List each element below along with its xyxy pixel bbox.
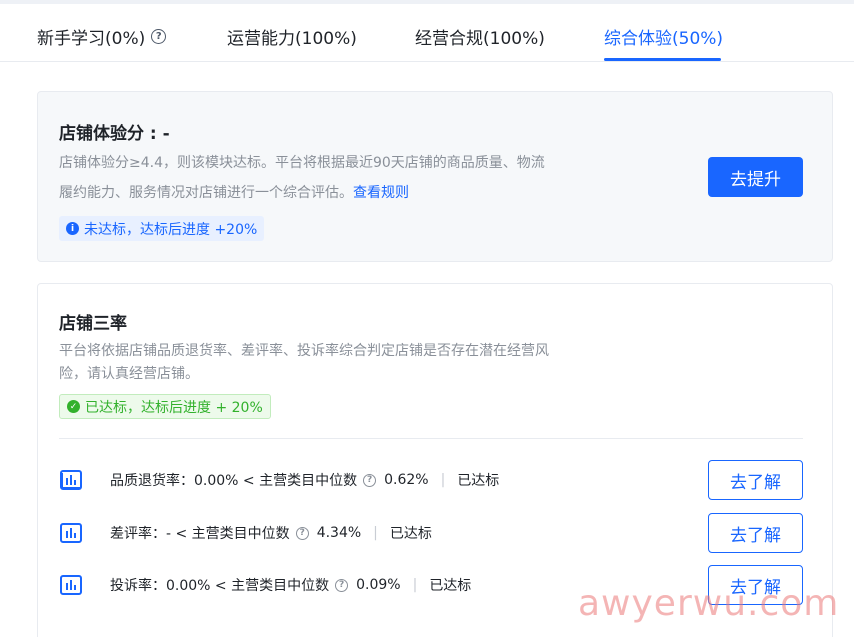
- rate-row-text: 投诉率：0.00% < 主营类目中位数 ? 0.09% | 已达标: [110, 575, 471, 595]
- bar-chart-icon: [60, 575, 82, 595]
- tab-beginner-learning[interactable]: 新手学习(0%) ?: [37, 24, 167, 49]
- rate-median: 4.34%: [316, 525, 362, 541]
- bar-chart-icon: [60, 470, 82, 490]
- check-circle-icon: ✓: [67, 400, 80, 413]
- separator: |: [440, 472, 446, 488]
- rate-row-quality-return: 品质退货率：0.00% < 主营类目中位数 ? 0.62% | 已达标 去了解: [59, 460, 803, 500]
- rate-row-text: 差评率：- < 主营类目中位数 ? 4.34% | 已达标: [110, 523, 432, 543]
- experience-score-title: 店铺体验分 : -: [59, 124, 170, 144]
- tab-label: 新手学习(0%): [37, 29, 146, 49]
- tab-label: 经营合规(100%): [415, 29, 545, 49]
- improve-button[interactable]: 去提升: [708, 157, 803, 197]
- watermark: awyerwu.com: [578, 583, 840, 624]
- rate-label: 投诉率：0.00% < 主营类目中位数: [110, 578, 330, 594]
- tab-business-compliance[interactable]: 经营合规(100%): [415, 24, 545, 49]
- question-icon[interactable]: ?: [363, 473, 377, 487]
- divider: [59, 438, 803, 439]
- experience-desc-line2-wrap: 履约能力、服务情况对店铺进行一个综合评估。查看规则: [59, 182, 409, 202]
- not-met-badge: i 未达标，达标后进度 +20%: [59, 216, 265, 241]
- rate-status: 已达标: [457, 473, 500, 489]
- view-rules-link[interactable]: 查看规则: [353, 185, 409, 201]
- rate-median: 0.62%: [384, 472, 429, 488]
- rate-label: 差评率：- < 主营类目中位数: [110, 526, 290, 542]
- met-badge: ✓ 已达标，达标后进度 + 20%: [59, 394, 271, 419]
- tab-label: 综合体验(50%): [604, 29, 724, 49]
- tab-operation-ability[interactable]: 运营能力(100%): [227, 24, 357, 49]
- question-icon[interactable]: ?: [295, 526, 309, 540]
- bar-chart-icon: [60, 523, 82, 543]
- three-rates-desc-line1: 平台将依据店铺品质退货率、差评率、投诉率综合判定店铺是否存在潜在经营风: [59, 343, 549, 359]
- tab-label: 运营能力(100%): [227, 29, 357, 49]
- experience-desc-line2: 履约能力、服务情况对店铺进行一个综合评估。: [59, 185, 353, 201]
- learn-more-button[interactable]: 去了解: [708, 460, 803, 500]
- rate-median: 0.09%: [356, 577, 401, 593]
- tab-bar: 新手学习(0%) ? 运营能力(100%) 经营合规(100%) 综合体验(50…: [0, 4, 854, 62]
- separator: |: [412, 577, 418, 593]
- learn-more-button[interactable]: 去了解: [708, 513, 803, 553]
- question-icon[interactable]: ?: [151, 29, 167, 44]
- experience-desc-line1: 店铺体验分≥4.4，则该模块达标。平台将根据最近90天店铺的商品质量、物流: [59, 155, 545, 171]
- rate-status: 已达标: [389, 526, 432, 542]
- question-icon[interactable]: ?: [335, 578, 349, 592]
- rate-status: 已达标: [429, 578, 472, 594]
- three-rates-desc-line2: 险，请认真经营店铺。: [59, 366, 199, 382]
- active-tab-indicator: [604, 58, 721, 61]
- met-badge-text: 已达标，达标后进度 + 20%: [85, 399, 263, 416]
- rate-row-bad-review: 差评率：- < 主营类目中位数 ? 4.34% | 已达标 去了解: [59, 513, 803, 553]
- experience-score-card: 店铺体验分 : - 店铺体验分≥4.4，则该模块达标。平台将根据最近90天店铺的…: [37, 91, 833, 262]
- info-icon: i: [66, 222, 79, 235]
- three-rates-title: 店铺三率: [59, 314, 127, 334]
- separator: |: [373, 525, 378, 541]
- tab-overall-experience[interactable]: 综合体验(50%): [604, 24, 723, 49]
- rate-label: 品质退货率：0.00% < 主营类目中位数: [110, 473, 358, 489]
- rate-row-text: 品质退货率：0.00% < 主营类目中位数 ? 0.62% | 已达标: [110, 470, 499, 490]
- not-met-badge-text: 未达标，达标后进度 +20%: [84, 221, 258, 238]
